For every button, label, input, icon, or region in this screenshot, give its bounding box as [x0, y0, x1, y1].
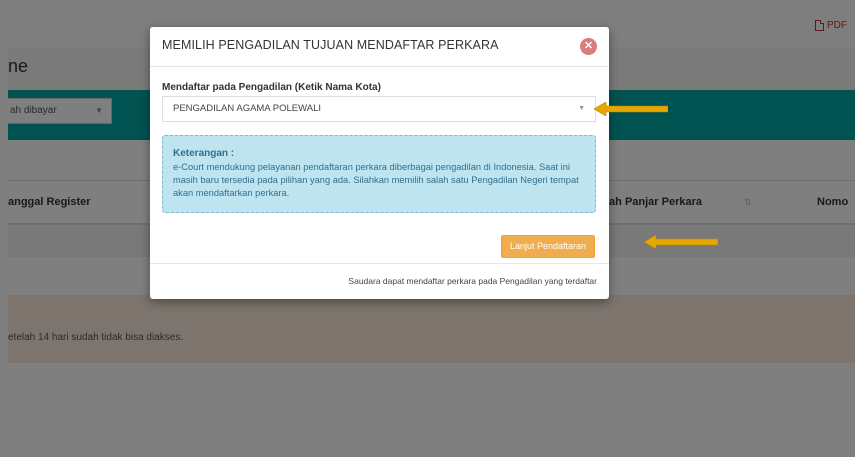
court-field-label: Mendaftar pada Pengadilan (Ketik Nama Ko… — [162, 82, 381, 93]
annotation-arrow-left-icon — [594, 102, 668, 116]
info-box: Keterangan : e-Court mendukung pelayanan… — [162, 135, 596, 213]
continue-registration-button[interactable]: Lanjut Pendaftaran — [501, 235, 595, 258]
annotation-arrow-left-icon — [644, 235, 718, 249]
court-select-value: PENGADILAN AGAMA POLEWALI — [173, 103, 322, 114]
court-select[interactable]: PENGADILAN AGAMA POLEWALI ▼ — [162, 96, 596, 122]
footer-note: Saudara dapat mendaftar perkara pada Pen… — [348, 276, 597, 286]
divider — [150, 263, 609, 264]
modal-header: MEMILIH PENGADILAN TUJUAN MENDAFTAR PERK… — [150, 27, 609, 67]
court-select-modal: MEMILIH PENGADILAN TUJUAN MENDAFTAR PERK… — [150, 27, 609, 299]
close-icon[interactable]: ✕ — [580, 38, 597, 55]
info-text: e-Court mendukung pelayanan pendaftaran … — [173, 162, 579, 198]
chevron-down-icon: ▼ — [578, 105, 585, 112]
info-title: Keterangan : — [173, 148, 235, 159]
modal-title: MEMILIH PENGADILAN TUJUAN MENDAFTAR PERK… — [162, 38, 499, 52]
